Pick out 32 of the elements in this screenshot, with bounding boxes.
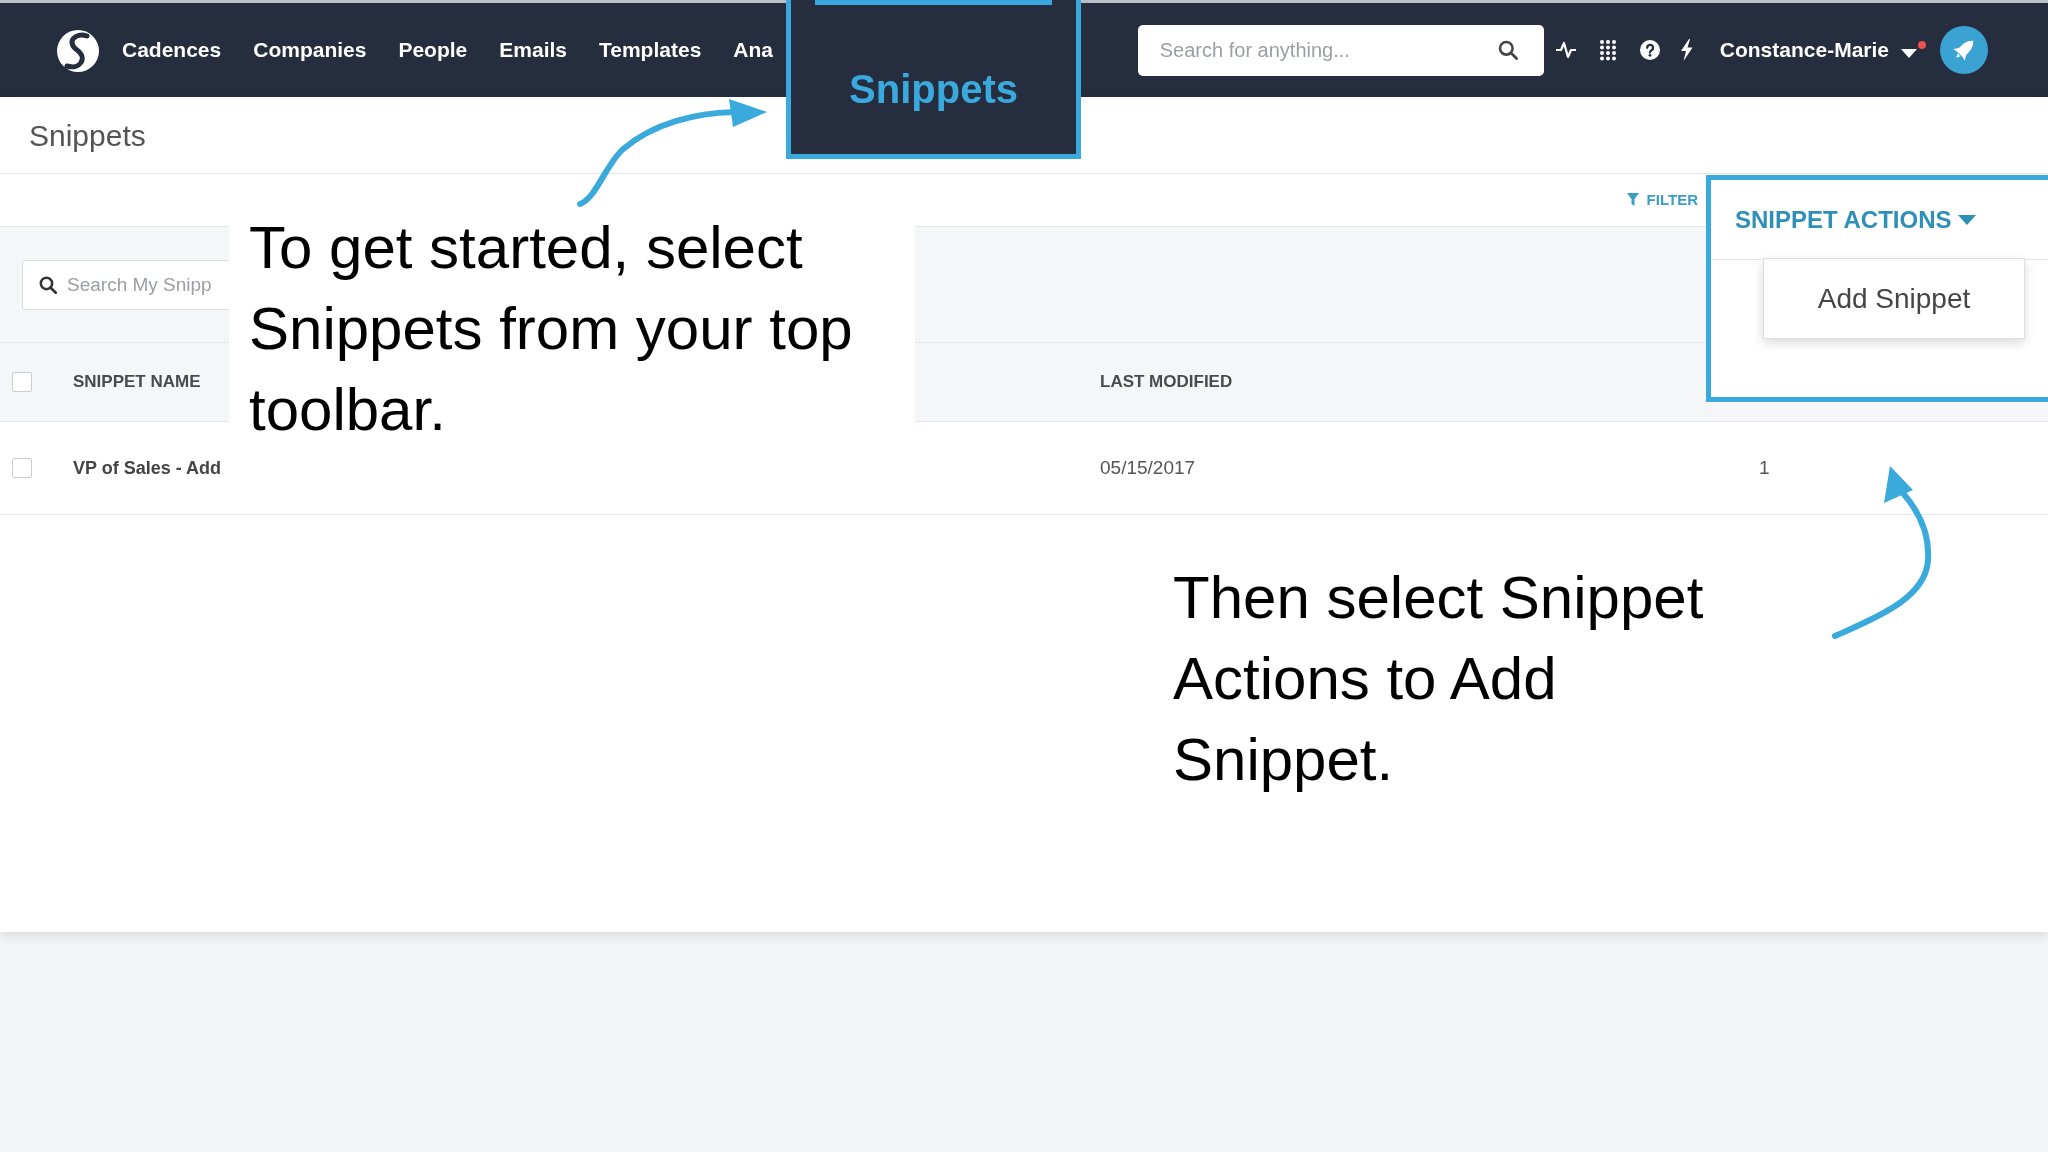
column-header[interactable]: LAST MODIFIED [1100, 372, 1233, 392]
checkbox[interactable] [12, 458, 32, 478]
search-icon[interactable] [1497, 39, 1518, 60]
page-title: Snippets [29, 117, 146, 154]
lightning-icon[interactable] [1679, 39, 1693, 61]
nav-link[interactable]: Cadences [122, 34, 222, 66]
column-header[interactable]: SNIPPET NAME [73, 372, 201, 392]
annotation-text: Then select Snippet Actions to Add Snippet. [1173, 563, 1705, 795]
nav-link[interactable]: People [398, 34, 468, 66]
search-field[interactable]: Search My Snipp [22, 260, 231, 310]
nav-tab[interactable]: Snippets [849, 58, 1018, 119]
user-name[interactable]: Constance-Marie [1719, 34, 1889, 66]
caret-icon[interactable] [1901, 49, 1917, 59]
caret-icon [1958, 214, 1977, 225]
nav-link[interactable]: Emails [499, 34, 567, 66]
table-cell: VP of Sales - Add [73, 457, 222, 478]
rocket-icon[interactable] [1940, 26, 1988, 74]
annotation-text: To get started, select Snippets from your top toolbar. [249, 213, 854, 445]
nav-link[interactable]: Companies [253, 34, 367, 66]
table-cell: 05/15/2017 [1100, 456, 1196, 478]
activity-icon[interactable] [1554, 41, 1577, 59]
help-icon[interactable] [1639, 40, 1660, 60]
search-icon [39, 276, 57, 294]
actions-dropdown-button[interactable]: SNIPPET ACTIONS [1735, 201, 1977, 238]
menu-item[interactable]: Add Snippet [1764, 277, 2024, 320]
filter-icon [1626, 193, 1639, 207]
grid-icon[interactable] [1598, 39, 1617, 61]
search-field[interactable]: Search for anything... [1137, 24, 1544, 76]
checkbox[interactable] [12, 372, 32, 392]
nav-link[interactable]: Templates [599, 34, 702, 66]
nav-link[interactable]: Ana [733, 34, 773, 66]
table-cell: 1 [1759, 456, 1770, 478]
